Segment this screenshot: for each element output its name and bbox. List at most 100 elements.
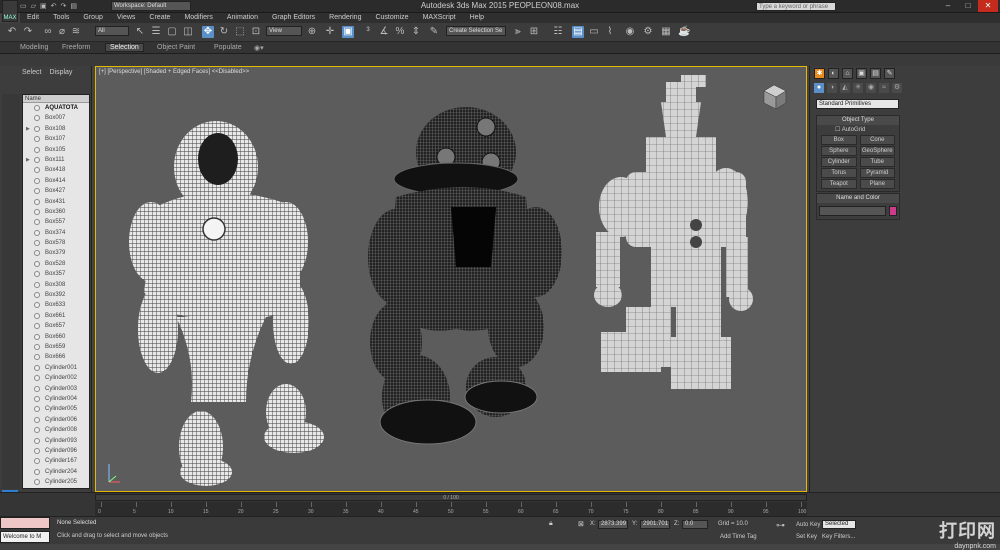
list-item[interactable]: Box659 bbox=[23, 342, 89, 352]
unlink-icon[interactable]: ⌀ bbox=[56, 26, 68, 38]
scene-tab-display[interactable]: Display bbox=[49, 69, 72, 76]
track-bar[interactable]: 0 5 10 15 20 25 30 35 40 45 50 55 60 65 70 75 80 85 90 95 10… bbox=[95, 502, 807, 516]
visibility-icon[interactable] bbox=[34, 468, 40, 475]
hierarchy-tab-icon[interactable]: ⌂ bbox=[842, 68, 853, 79]
column-header-name[interactable]: Name bbox=[23, 95, 89, 103]
list-item[interactable]: Box557 bbox=[23, 217, 89, 227]
perspective-viewport[interactable]: [+] [Perspective] [Shaded + Edged Faces]… bbox=[95, 66, 807, 492]
list-item[interactable]: ▶ Box111 bbox=[23, 155, 89, 165]
mirror-icon[interactable]: ⫸ bbox=[512, 26, 524, 38]
utilities-tab-icon[interactable]: ✎ bbox=[884, 68, 895, 79]
list-item[interactable]: Box633 bbox=[23, 300, 89, 310]
workspace-dropdown[interactable]: Workspace: Default bbox=[111, 1, 191, 11]
create-tab-icon[interactable]: ✱ bbox=[814, 68, 825, 79]
list-item[interactable]: Box431 bbox=[23, 197, 89, 207]
list-item[interactable]: Cylinder093 bbox=[23, 436, 89, 446]
percent-snap-icon[interactable]: % bbox=[394, 26, 406, 38]
list-item[interactable]: Box357 bbox=[23, 269, 89, 279]
lock-selection-icon[interactable]: 🔒︎ bbox=[549, 520, 553, 528]
primitive-category-dropdown[interactable]: Standard Primitives bbox=[816, 99, 899, 109]
expand-arrow-icon[interactable]: ▶ bbox=[26, 155, 30, 165]
pyramid-button[interactable]: Pyramid bbox=[859, 168, 895, 178]
selection-filter-dropdown[interactable]: All bbox=[95, 26, 129, 36]
edit-named-selection-icon[interactable]: ✎ bbox=[428, 26, 440, 38]
visibility-icon[interactable] bbox=[34, 250, 40, 257]
name-and-color-header[interactable]: Name and Color bbox=[817, 194, 899, 203]
object-type-header[interactable]: Object Type bbox=[817, 116, 899, 125]
rendered-frame-window-icon[interactable]: ▦ bbox=[660, 26, 672, 38]
menu-customize[interactable]: Customize bbox=[368, 13, 415, 23]
visibility-icon[interactable] bbox=[34, 333, 40, 340]
save-icon[interactable]: ▣ bbox=[40, 2, 47, 11]
list-item[interactable]: Box657 bbox=[23, 321, 89, 331]
maximize-button[interactable]: □ bbox=[958, 0, 978, 12]
visibility-icon[interactable] bbox=[34, 229, 40, 236]
ribbon-tab-freeform[interactable]: Freeform bbox=[62, 44, 90, 51]
spinner-snap-icon[interactable]: ⇕ bbox=[410, 26, 422, 38]
set-key-button[interactable]: Set Key bbox=[796, 534, 817, 540]
list-item[interactable]: Cylinder001 bbox=[23, 363, 89, 373]
astronaut-model[interactable] bbox=[129, 121, 324, 486]
z-coordinate-field[interactable]: 0.0 bbox=[682, 520, 708, 529]
app-logo-button[interactable]: MAX bbox=[2, 0, 18, 22]
geometry-icon[interactable]: ● bbox=[814, 83, 824, 93]
visibility-icon[interactable] bbox=[34, 271, 40, 278]
visibility-icon[interactable] bbox=[34, 479, 40, 486]
cylinder-button[interactable]: Cylinder bbox=[821, 157, 857, 167]
reference-coordinate-dropdown[interactable]: View bbox=[266, 26, 302, 36]
menu-animation[interactable]: Animation bbox=[220, 13, 265, 23]
visibility-icon[interactable] bbox=[34, 167, 40, 174]
pivot-center-icon[interactable]: ⊕ bbox=[306, 26, 318, 38]
visibility-icon[interactable] bbox=[34, 146, 40, 153]
window-crossing-icon[interactable]: ◫ bbox=[182, 26, 194, 38]
autogrid-checkbox[interactable]: ☐ AutoGrid bbox=[817, 125, 899, 133]
y-coordinate-field[interactable]: 2901.701 bbox=[640, 520, 670, 529]
object-name-field[interactable] bbox=[819, 206, 887, 216]
visibility-icon[interactable] bbox=[34, 156, 40, 163]
shapes-icon[interactable]: ◑ bbox=[827, 83, 837, 93]
visibility-icon[interactable] bbox=[34, 136, 40, 143]
select-place-icon[interactable]: ⊡ bbox=[250, 26, 262, 38]
angle-snap-icon[interactable]: ∡ bbox=[378, 26, 390, 38]
select-move-icon[interactable]: ✥ bbox=[202, 26, 214, 38]
list-item[interactable]: Cylinder096 bbox=[23, 446, 89, 456]
selection-region-icon[interactable]: ▢ bbox=[166, 26, 178, 38]
display-tab-icon[interactable]: ▤ bbox=[870, 68, 881, 79]
list-item[interactable]: Box374 bbox=[23, 228, 89, 238]
render-setup-icon[interactable]: ⚙ bbox=[642, 26, 654, 38]
project-folder-icon[interactable]: ▤ bbox=[70, 2, 77, 11]
list-item[interactable]: Cylinder005 bbox=[23, 404, 89, 414]
visibility-icon[interactable] bbox=[34, 447, 40, 454]
list-item[interactable]: Box666 bbox=[23, 352, 89, 362]
visibility-icon[interactable] bbox=[34, 416, 40, 423]
menu-help[interactable]: Help bbox=[463, 13, 491, 23]
list-item[interactable]: ▶ Box108 bbox=[23, 124, 89, 134]
key-mode-dropdown[interactable]: Selected bbox=[822, 520, 856, 529]
key-filters-button[interactable]: Key Filters... bbox=[822, 534, 855, 540]
select-rotate-icon[interactable]: ↻ bbox=[218, 26, 230, 38]
list-item[interactable]: Cylinder204 bbox=[23, 467, 89, 477]
cameras-icon[interactable]: ✳ bbox=[853, 83, 863, 93]
add-time-tag-button[interactable]: Add Time Tag bbox=[720, 534, 757, 540]
ribbon-tab-object-paint[interactable]: Object Paint bbox=[157, 44, 195, 51]
visibility-icon[interactable] bbox=[34, 364, 40, 371]
list-item[interactable]: Box578 bbox=[23, 238, 89, 248]
systems-icon[interactable]: ⚙ bbox=[892, 83, 902, 93]
ribbon-tab-populate[interactable]: Populate bbox=[214, 44, 242, 51]
list-item[interactable]: Cylinder003 bbox=[23, 384, 89, 394]
align-icon[interactable]: ⊞ bbox=[528, 26, 540, 38]
cone-button[interactable]: Cone bbox=[859, 135, 895, 145]
list-item[interactable]: Box360 bbox=[23, 207, 89, 217]
visibility-icon[interactable] bbox=[34, 105, 40, 111]
menu-rendering[interactable]: Rendering bbox=[322, 13, 368, 23]
visibility-icon[interactable] bbox=[34, 281, 40, 288]
scene-tab-select[interactable]: Select bbox=[22, 69, 41, 76]
tube-button[interactable]: Tube bbox=[859, 157, 895, 167]
menu-tools[interactable]: Tools bbox=[46, 13, 76, 23]
sphere-button[interactable]: Sphere bbox=[821, 146, 857, 156]
list-item[interactable]: Box418 bbox=[23, 165, 89, 175]
open-file-icon[interactable]: ▱ bbox=[31, 2, 36, 11]
set-key-mode-icon[interactable]: ⊶ bbox=[776, 520, 785, 531]
list-item[interactable]: Box007 bbox=[23, 113, 89, 123]
select-by-name-icon[interactable]: ☰ bbox=[150, 26, 162, 38]
